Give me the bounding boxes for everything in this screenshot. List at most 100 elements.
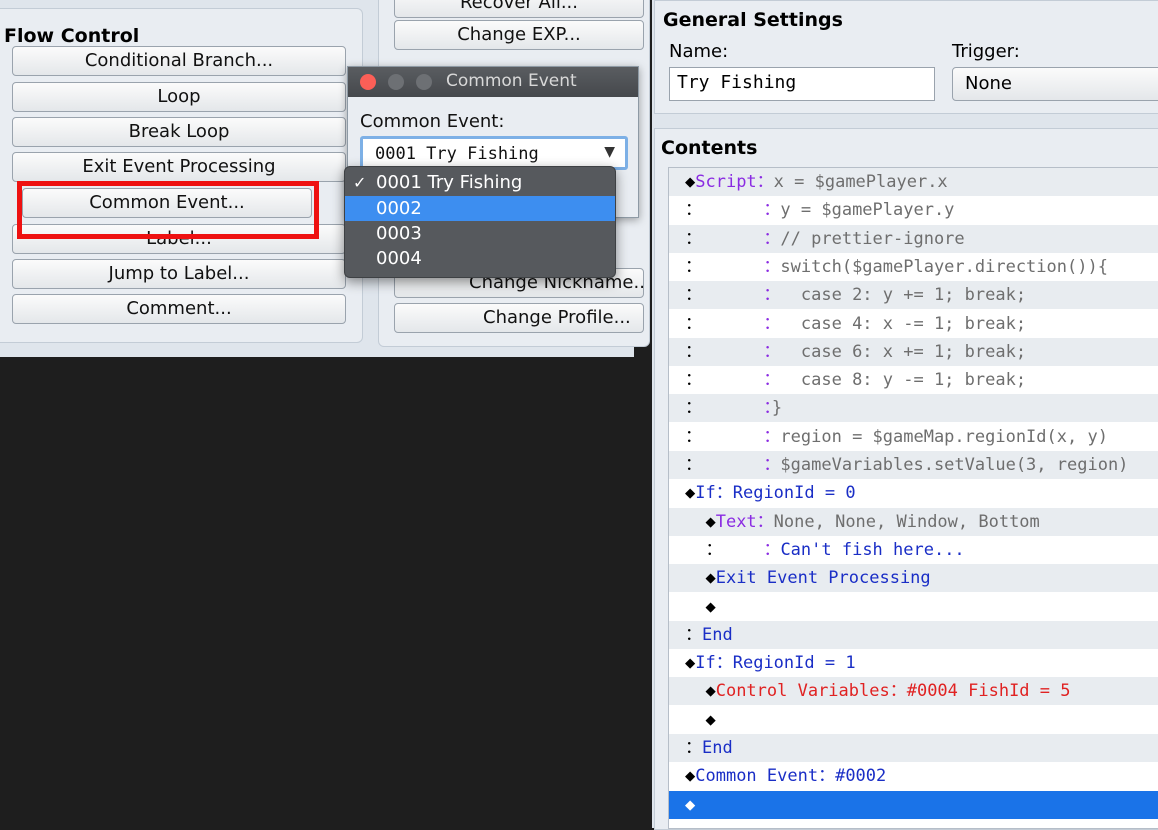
chevron-down-icon: ▼ (604, 144, 615, 160)
command-separator: ： (763, 455, 781, 475)
command-separator: ： (763, 256, 781, 277)
change-exp-button[interactable]: Change EXP... (394, 20, 644, 50)
command-name: Control Variables (715, 681, 890, 702)
dropdown-option-0001[interactable]: ✓ 0001 Try Fishing (345, 170, 615, 195)
close-window-icon[interactable] (360, 74, 376, 90)
dropdown-option-0003[interactable]: 0003 (345, 221, 615, 246)
command-row[interactable]: ： ：Can't fish here... (669, 536, 1158, 564)
command-name (702, 257, 763, 277)
command-parameters: x = $gamePlayer.x (773, 172, 948, 192)
contents-title: Contents (661, 137, 758, 159)
common-event-select-value: 0001 Try Fishing (375, 144, 539, 164)
command-row[interactable]: ： ：$gameVariables.setValue(3, region) (669, 451, 1158, 479)
loop-button[interactable]: Loop (12, 82, 346, 112)
command-name: If (695, 483, 716, 504)
command-parameters: case 2: y += 1; break; (780, 285, 1027, 306)
command-row[interactable]: ： ：// prettier-ignore (669, 224, 1158, 253)
command-separator: ： (763, 285, 781, 306)
command-separator: ： (763, 313, 781, 334)
dropdown-option-0004[interactable]: 0004 (345, 246, 615, 271)
command-row[interactable]: ： ：} (669, 394, 1158, 423)
dialog-titlebar[interactable]: Common Event (348, 67, 638, 97)
command-name (702, 398, 763, 418)
command-name (722, 540, 763, 560)
command-row[interactable]: ： ：switch($gamePlayer.direction()){ (669, 253, 1158, 281)
continuation-marker: ： (685, 426, 702, 447)
change-profile-button[interactable]: Change Profile... (394, 303, 644, 333)
conditional-branch-button[interactable]: Conditional Branch... (12, 46, 346, 76)
command-row[interactable]: ◆ (669, 706, 1158, 734)
command-separator: ： (889, 681, 907, 702)
command-name (702, 314, 763, 334)
command-name (702, 285, 763, 305)
command-parameters: RegionId = 1 (732, 653, 856, 674)
minimize-window-icon[interactable] (388, 74, 404, 90)
command-row[interactable]: ： ： case 8: y -= 1; break; (669, 366, 1158, 394)
diamond-icon: ◆ (685, 596, 716, 617)
comment-button[interactable]: Comment... (12, 294, 346, 324)
recover-all-button[interactable]: Recover All... (394, 0, 644, 18)
command-row[interactable]: ：End (669, 734, 1158, 762)
common-event-select[interactable]: 0001 Try Fishing ▼ (360, 136, 628, 170)
command-parameters: case 8: y -= 1; break; (780, 370, 1027, 391)
command-row[interactable]: ◆ (669, 593, 1158, 621)
diamond-icon: ◆ (685, 653, 696, 674)
command-row[interactable]: ◆ (669, 790, 1158, 819)
command-row[interactable]: ◆Script：x = $gamePlayer.x (669, 168, 1158, 196)
break-loop-button[interactable]: Break Loop (12, 117, 346, 147)
command-separator: ： (763, 341, 781, 362)
command-name: End (702, 738, 733, 758)
dropdown-option-0002[interactable]: 0002 (345, 196, 615, 221)
command-row[interactable]: ： ： case 6: x += 1; break; (669, 337, 1158, 366)
general-settings-title: General Settings (663, 9, 843, 31)
name-label: Name: (669, 41, 729, 62)
exit-event-processing-button[interactable]: Exit Event Processing (12, 152, 346, 182)
command-row[interactable]: ： ： case 2: y += 1; break; (669, 281, 1158, 310)
continuation-marker: ： (685, 398, 702, 419)
command-row[interactable]: ： ：region = $gameMap.regionId(x, y) (669, 423, 1158, 451)
diamond-icon: ◆ (685, 568, 716, 589)
command-separator: ： (763, 370, 781, 391)
command-separator: ： (763, 426, 781, 447)
command-row[interactable]: ： ：y = $gamePlayer.y (669, 196, 1158, 224)
command-parameters: switch($gamePlayer.direction()){ (780, 256, 1108, 277)
command-parameters: #0002 (835, 766, 887, 787)
diamond-icon: ◆ (685, 172, 696, 192)
continuation-marker: ： (685, 370, 702, 391)
command-name (702, 455, 763, 475)
command-name (702, 342, 763, 362)
command-row[interactable]: ◆Common Event：#0002 (669, 762, 1158, 790)
name-input[interactable]: Try Fishing (669, 67, 935, 101)
diamond-icon: ◆ (685, 709, 716, 730)
command-separator: ： (763, 398, 772, 419)
command-parameters: #0004 FishId = 5 (906, 681, 1071, 702)
command-parameters: region = $gameMap.regionId(x, y) (780, 426, 1108, 447)
diamond-icon: ◆ (685, 511, 716, 532)
diamond-icon: ◆ (685, 483, 696, 504)
command-row[interactable]: ◆If：RegionId = 1 (669, 649, 1158, 677)
command-separator: ： (763, 539, 781, 560)
diamond-icon: ◆ (685, 794, 696, 815)
command-name (702, 229, 763, 249)
jump-to-label-button[interactable]: Jump to Label... (12, 259, 346, 289)
command-name: Text (715, 511, 757, 532)
command-separator: ： (756, 172, 774, 192)
command-row[interactable]: ◆Control Variables：#0004 FishId = 5 (669, 677, 1158, 706)
command-row[interactable]: ◆If：RegionId = 0 (669, 479, 1158, 507)
command-separator: ： (715, 483, 733, 504)
command-row[interactable]: ：End (669, 620, 1158, 649)
command-row[interactable]: ： ： case 4: x -= 1; break; (669, 310, 1158, 338)
command-row[interactable]: ◆Text：None, None, Window, Bottom (669, 507, 1158, 536)
command-parameters: RegionId = 0 (732, 483, 856, 504)
trigger-select[interactable]: None (952, 67, 1158, 101)
command-name: Exit Event Processing (715, 568, 931, 589)
command-name: Script (695, 172, 757, 192)
command-parameters: $gameVariables.setValue(3, region) (780, 455, 1129, 475)
command-separator: ： (763, 200, 781, 221)
event-command-list[interactable]: ◆Script：x = $gamePlayer.x： ：y = $gamePla… (668, 167, 1158, 829)
common-event-dropdown-menu: ✓ 0001 Try Fishing 0002 0003 0004 (344, 166, 616, 278)
flow-control-title: Flow Control (4, 25, 140, 47)
zoom-window-icon[interactable] (416, 74, 432, 90)
command-row[interactable]: ◆Exit Event Processing (669, 564, 1158, 593)
continuation-marker: ： (685, 624, 702, 645)
